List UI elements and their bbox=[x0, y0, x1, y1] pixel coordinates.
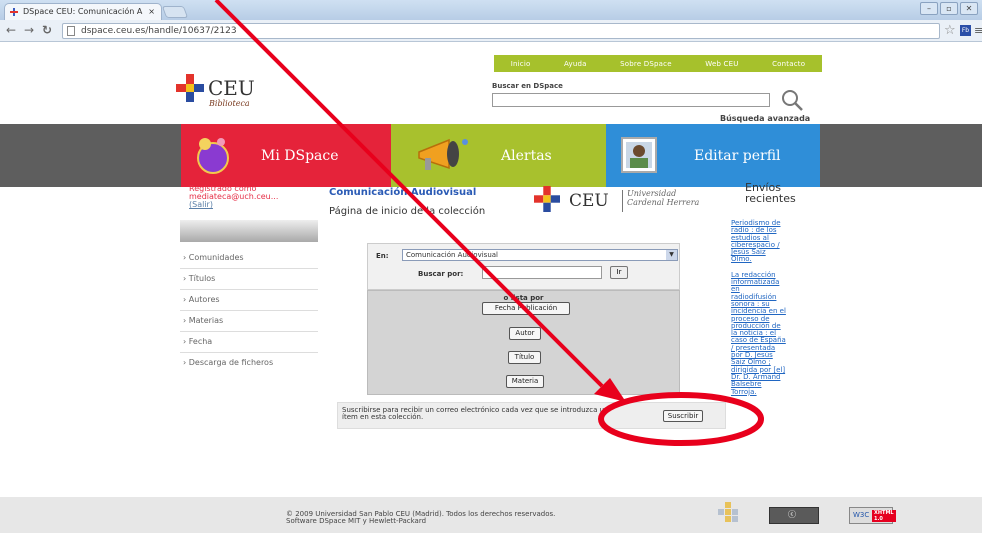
window-controls: – ▫ ✕ bbox=[920, 2, 978, 15]
extension-icon[interactable]: Fb bbox=[960, 25, 971, 36]
left-nav-materias[interactable]: › Materias bbox=[180, 311, 318, 332]
cc-icon: ⓒ bbox=[788, 510, 796, 519]
w3c-label: W3C bbox=[853, 511, 870, 519]
ceu-cross-icon bbox=[534, 186, 560, 212]
collection-search-box: En: Comunicación Audiovisual ▼ Buscar po… bbox=[367, 243, 680, 290]
minimize-icon[interactable]: – bbox=[920, 2, 938, 15]
tile-alertas[interactable]: Alertas bbox=[391, 124, 606, 187]
creative-commons-badge[interactable]: ⓒ bbox=[769, 507, 819, 524]
forward-arrow-icon[interactable]: → bbox=[24, 23, 34, 37]
buscar-por-input[interactable] bbox=[482, 266, 602, 279]
new-tab-button[interactable] bbox=[161, 6, 189, 18]
nav-inicio[interactable]: Inicio bbox=[511, 60, 531, 68]
top-nav: Inicio Ayuda Sobre DSpace Web CEU Contac… bbox=[494, 55, 822, 72]
scope-label: En: bbox=[376, 252, 389, 260]
recent-item[interactable]: La redacción informatizada en radiodifus… bbox=[731, 271, 786, 396]
tab-title: DSpace CEU: Comunicación A bbox=[23, 7, 143, 16]
logo-biblioteca-text: Biblioteca bbox=[209, 99, 250, 108]
tile-mi-dspace[interactable]: Mi DSpace bbox=[181, 124, 391, 187]
recent-item[interactable]: Periodismo de radio : de los estudios al… bbox=[731, 219, 786, 264]
reload-icon[interactable]: ↻ bbox=[42, 23, 52, 37]
chevron-down-icon: ▼ bbox=[666, 250, 677, 260]
browse-fecha-button[interactable]: Fecha Publicación bbox=[482, 302, 570, 315]
address-bar[interactable]: dspace.ceu.es/handle/10637/2123 bbox=[62, 23, 940, 39]
logo-divider bbox=[622, 190, 623, 212]
recent-submissions-list: Periodismo de radio : de los estudios al… bbox=[731, 219, 786, 396]
subscribe-text: Suscribirse para recibir un correo elect… bbox=[342, 406, 609, 421]
tile-mi-dspace-label: Mi DSpace bbox=[261, 147, 339, 164]
xhtml-label: XHTML 1.0 bbox=[872, 510, 896, 522]
user-info: Registrado como mediateca@uch.ceu... (Sa… bbox=[189, 185, 278, 209]
back-arrow-icon[interactable]: ← bbox=[6, 23, 16, 37]
nav-web-ceu[interactable]: Web CEU bbox=[705, 60, 738, 68]
nav-ayuda[interactable]: Ayuda bbox=[564, 60, 587, 68]
ceu-cross-icon bbox=[176, 74, 204, 102]
browse-label: o lista por bbox=[503, 294, 544, 302]
browse-autor-button[interactable]: Autor bbox=[509, 327, 541, 340]
browser-toolbar: ← → ↻ dspace.ceu.es/handle/10637/2123 ☆ … bbox=[0, 20, 982, 42]
browse-materia-button[interactable]: Materia bbox=[506, 375, 544, 388]
left-nav-fecha[interactable]: › Fecha bbox=[180, 332, 318, 353]
left-nav-titulos[interactable]: › Títulos bbox=[180, 269, 318, 290]
w3c-xhtml-badge[interactable]: W3C XHTML 1.0 bbox=[849, 507, 896, 524]
tile-editar-perfil[interactable]: Editar perfil bbox=[606, 124, 820, 187]
subscribe-button[interactable]: Suscribir bbox=[663, 410, 703, 422]
browser-tabstrip: DSpace CEU: Comunicación A × – ▫ ✕ bbox=[0, 0, 982, 20]
sidebar-header bbox=[180, 220, 318, 242]
nav-sobre-dspace[interactable]: Sobre DSpace bbox=[620, 60, 672, 68]
logout-link[interactable]: (Salir) bbox=[189, 201, 278, 209]
tile-editar-perfil-label: Editar perfil bbox=[694, 147, 781, 164]
left-nav-descarga[interactable]: › Descarga de ficheros bbox=[180, 353, 318, 374]
left-nav: › Comunidades › Títulos › Autores › Mate… bbox=[180, 248, 318, 374]
ceu-logo[interactable]: CEU Biblioteca bbox=[176, 70, 296, 110]
close-window-icon[interactable]: ✕ bbox=[960, 2, 978, 15]
advanced-search-link[interactable]: Búsqueda avanzada bbox=[720, 114, 810, 123]
menu-icon[interactable]: ≡ bbox=[974, 24, 982, 37]
dspace-logo-icon[interactable] bbox=[718, 502, 738, 524]
uch-name: Universidad Cardenal Herrera bbox=[627, 189, 700, 207]
search-icon[interactable] bbox=[780, 88, 804, 112]
bookmark-star-icon[interactable]: ☆ bbox=[944, 23, 956, 38]
search-input[interactable] bbox=[492, 93, 770, 107]
left-nav-comunidades[interactable]: › Comunidades bbox=[180, 248, 318, 269]
nav-contacto[interactable]: Contacto bbox=[772, 60, 805, 68]
go-button[interactable]: Ir bbox=[610, 266, 628, 279]
dspace-favicon-icon bbox=[10, 8, 18, 16]
browse-titulo-button[interactable]: Título bbox=[508, 351, 541, 364]
left-nav-autores[interactable]: › Autores bbox=[180, 290, 318, 311]
megaphone-icon bbox=[418, 138, 468, 170]
tab-close-icon[interactable]: × bbox=[148, 4, 155, 19]
maximize-icon[interactable]: ▫ bbox=[940, 2, 958, 15]
browse-box: o lista por Fecha Publicación Autor Títu… bbox=[367, 290, 680, 395]
buscar-por-label: Buscar por: bbox=[418, 270, 464, 278]
uch-ceu-text: CEU bbox=[569, 191, 609, 211]
subscribe-box: Suscribirse para recibir un correo elect… bbox=[337, 402, 726, 429]
profile-frame-icon bbox=[621, 137, 657, 173]
scope-select-value: Comunicación Audiovisual bbox=[406, 251, 498, 259]
footer-software: Software DSpace MIT y Hewlett-Packard bbox=[286, 517, 427, 525]
footer-text: © 2009 Universidad San Pablo CEU (Madrid… bbox=[286, 511, 555, 525]
logo-ceu-text: CEU bbox=[208, 76, 255, 100]
search-label: Buscar en DSpace bbox=[492, 82, 563, 90]
collection-subtitle: Página de inicio de la colección bbox=[329, 206, 486, 217]
globe-person-icon bbox=[197, 138, 229, 174]
uch-logo: CEU Universidad Cardenal Herrera bbox=[534, 184, 724, 216]
tile-alertas-label: Alertas bbox=[501, 147, 552, 164]
url-text: dspace.ceu.es/handle/10637/2123 bbox=[81, 26, 237, 36]
scope-select[interactable]: Comunicación Audiovisual ▼ bbox=[402, 249, 678, 261]
collection-title: Comunicación Audiovisual bbox=[329, 187, 477, 198]
browser-tab[interactable]: DSpace CEU: Comunicación A × bbox=[4, 3, 162, 20]
page-icon bbox=[67, 26, 75, 36]
recent-submissions-title: Envíos recientes bbox=[745, 181, 796, 205]
